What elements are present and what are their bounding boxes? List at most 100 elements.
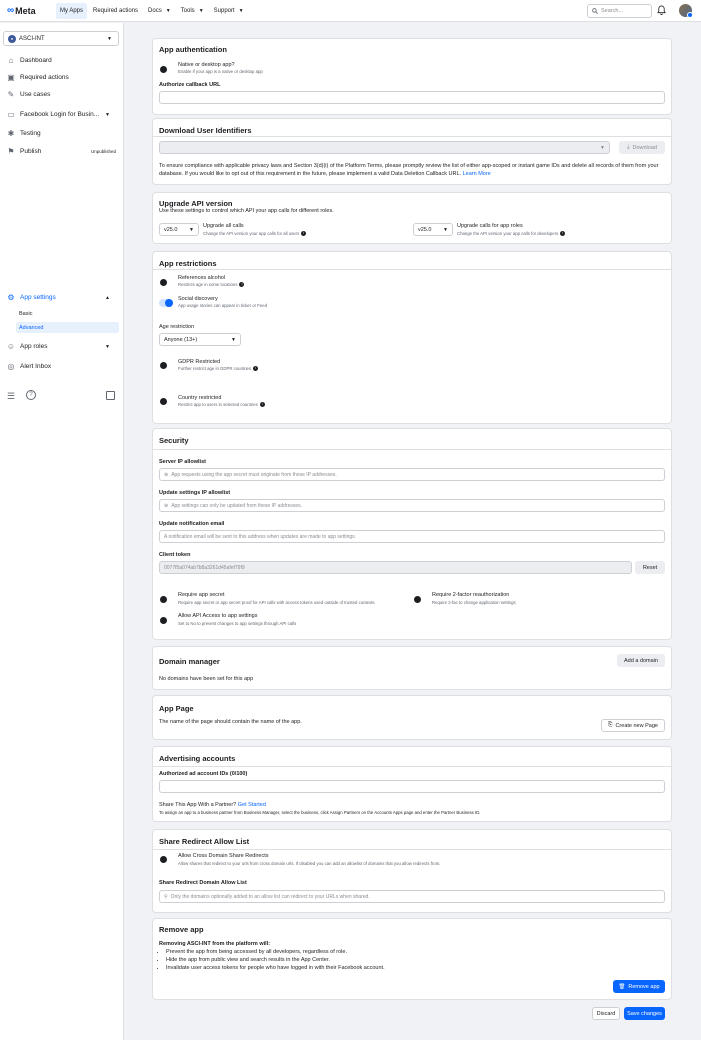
- info-icon[interactable]: i: [253, 366, 259, 372]
- toggle-label: GDPR Restricted: [178, 359, 221, 365]
- nav-item-label: Required actions: [93, 7, 139, 14]
- app-selector-name: ASCI-INT: [19, 35, 45, 42]
- sidebar-item-dashboard[interactable]: ⌂ Dashboard: [6, 56, 118, 65]
- share-redirect-allow-list-card: Share Redirect Allow List Allow Cross Do…: [152, 829, 672, 913]
- discard-button[interactable]: Discard: [592, 1007, 620, 1020]
- cross-domain-redirects-toggle[interactable]: [160, 856, 167, 863]
- input-placeholder: Only the domains optionally added to an …: [170, 893, 370, 900]
- sidebar-item-facebook-login[interactable]: ▭ Facebook Login for Busin... ▼: [6, 110, 118, 119]
- flag-icon: ⚑: [7, 147, 15, 156]
- sidebar-item-label: Required actions: [20, 74, 69, 81]
- download-icon: ⤓: [627, 144, 630, 150]
- server-ip-allowlist-input[interactable]: ⊕ App requests using the app secret must …: [159, 468, 665, 481]
- share-partner-description: To assign an app to a business partner f…: [159, 810, 481, 815]
- require-2fa-toggle[interactable]: [414, 596, 421, 603]
- meta-infinity-icon: ∞: [7, 5, 15, 16]
- native-app-toggle[interactable]: [160, 66, 167, 73]
- alcohol-toggle[interactable]: [160, 279, 167, 286]
- app-selector[interactable]: ● ASCI-INT ▼: [3, 31, 119, 46]
- sidebar-subitem-advanced[interactable]: Advanced: [16, 322, 119, 333]
- api-version-select-all[interactable]: v25.0 ▼: [159, 223, 199, 236]
- sidebar-subitem-basic[interactable]: Basic: [19, 311, 32, 317]
- sidebar-item-label: Use cases: [20, 91, 51, 98]
- get-started-link[interactable]: Get Started: [238, 802, 266, 808]
- select-label: Upgrade all calls: [203, 223, 244, 229]
- chevron-down-icon: ▼: [105, 343, 110, 350]
- app-icon: ●: [8, 34, 16, 43]
- toggle-description: Set to No to prevent changes to app sett…: [178, 621, 297, 626]
- divider: [153, 136, 671, 137]
- client-token-field[interactable]: 0077f5a074ab7b8a3261d45afef79f9: [159, 561, 632, 574]
- divider: [153, 849, 671, 850]
- divider: [153, 766, 671, 767]
- sidebar: ● ASCI-INT ▼ ⌂ Dashboard ▣ Required action…: [0, 23, 124, 1040]
- input-placeholder: A notification email will be sent to thi…: [164, 533, 357, 540]
- meta-logo[interactable]: ∞ Meta: [7, 5, 52, 16]
- sidebar-item-alert-inbox[interactable]: ◎ Alert Inbox: [6, 362, 118, 371]
- nav-item-tools[interactable]: Tools ▼: [177, 3, 208, 19]
- collapse-sidebar-icon[interactable]: [106, 391, 115, 400]
- social-discovery-toggle[interactable]: [159, 299, 173, 307]
- require-app-secret-toggle[interactable]: [160, 596, 167, 603]
- country-restricted-toggle[interactable]: [160, 398, 167, 405]
- identifiers-select[interactable]: ▼: [159, 141, 610, 154]
- list-item: Prevent the app from being accessed by a…: [166, 948, 385, 956]
- app-authentication-card: App authentication Native or desktop app…: [152, 38, 672, 115]
- select-value: v25.0: [418, 226, 432, 233]
- info-icon[interactable]: i: [259, 402, 265, 408]
- select-value: v25.0: [164, 226, 178, 233]
- info-icon[interactable]: i: [560, 231, 566, 237]
- download-button[interactable]: ⤓ Download: [619, 141, 665, 154]
- update-ip-allowlist-input[interactable]: ⊕ App settings can only be updated from t…: [159, 499, 665, 512]
- allow-api-access-toggle[interactable]: [160, 617, 167, 624]
- share-partner-text: Share This App With a Partner?: [159, 802, 237, 808]
- create-new-page-button[interactable]: ⎘ Create new Page: [601, 719, 665, 732]
- info-icon[interactable]: i: [301, 231, 307, 237]
- field-label: Age restriction: [159, 324, 195, 330]
- sidebar-item-use-cases[interactable]: ✎ Use cases: [6, 90, 118, 99]
- bell-icon[interactable]: [657, 5, 666, 17]
- help-icon[interactable]: ?: [26, 390, 36, 400]
- globe-icon: ⊕: [164, 471, 169, 478]
- nav-item-my-apps[interactable]: My Apps: [56, 2, 88, 19]
- home-icon: ⌂: [8, 56, 14, 65]
- divider: [153, 269, 671, 270]
- field-label: Authorized ad account IDs (0/100): [159, 771, 248, 777]
- nav-item-support[interactable]: Support ▼: [210, 3, 248, 19]
- age-restriction-select[interactable]: Anyone (13+) ▼: [159, 333, 241, 346]
- save-changes-button[interactable]: Save changes: [624, 1007, 665, 1020]
- ad-account-ids-input[interactable]: [159, 780, 665, 793]
- brand-name: Meta: [15, 5, 36, 16]
- toggle-label: Social discovery: [178, 296, 218, 302]
- advertising-accounts-card: Advertising accounts Authorized ad accou…: [152, 746, 672, 822]
- redirect-domain-allowlist-input[interactable]: ⚲ Only the domains optionally added to an…: [159, 890, 665, 903]
- gdpr-toggle[interactable]: [160, 362, 167, 369]
- section-title: Remove app: [159, 925, 204, 934]
- nav-item-docs[interactable]: Docs ▼: [144, 3, 175, 19]
- nav-item-label: Support: [213, 7, 235, 14]
- search-box[interactable]: Search...: [587, 4, 652, 18]
- callback-url-input[interactable]: [159, 91, 665, 104]
- sidebar-item-publish[interactable]: ⚑ Publish Unpublished: [6, 147, 118, 156]
- reset-button[interactable]: Reset: [635, 561, 665, 574]
- toggle-label: Allow API Access to app settings: [178, 613, 258, 619]
- info-icon[interactable]: i: [239, 282, 245, 288]
- remove-consequences-list: Prevent the app from being accessed by a…: [166, 948, 385, 972]
- nav-item-required-actions[interactable]: Required actions: [89, 3, 142, 19]
- learn-more-link[interactable]: Learn More: [463, 171, 491, 177]
- sidebar-item-app-settings[interactable]: ⚙ App settings ▲: [6, 293, 118, 302]
- sidebar-item-app-roles[interactable]: ☺ App roles ▼: [6, 342, 118, 351]
- chevron-up-icon: ▲: [105, 294, 110, 301]
- remove-app-button[interactable]: 🗑 Remove app: [613, 980, 665, 993]
- sidebar-item-label: Publish: [20, 148, 42, 155]
- list-icon[interactable]: ☰: [7, 391, 15, 402]
- add-domain-button[interactable]: Add a domain: [617, 654, 665, 667]
- sidebar-item-testing[interactable]: ✱ Testing: [6, 129, 118, 138]
- section-title: App Page: [159, 704, 194, 713]
- top-nav-menu: My Apps Required actions Docs ▼ Tools ▼ Suppor…: [52, 0, 250, 22]
- api-version-select-roles[interactable]: v25.0 ▼: [413, 223, 453, 236]
- notification-email-input[interactable]: A notification email will be sent to thi…: [159, 530, 665, 543]
- select-label: Upgrade calls for app roles: [457, 223, 523, 229]
- sidebar-item-required-actions[interactable]: ▣ Required actions: [6, 73, 118, 82]
- sidebar-item-label: Facebook Login for Busin...: [20, 111, 100, 118]
